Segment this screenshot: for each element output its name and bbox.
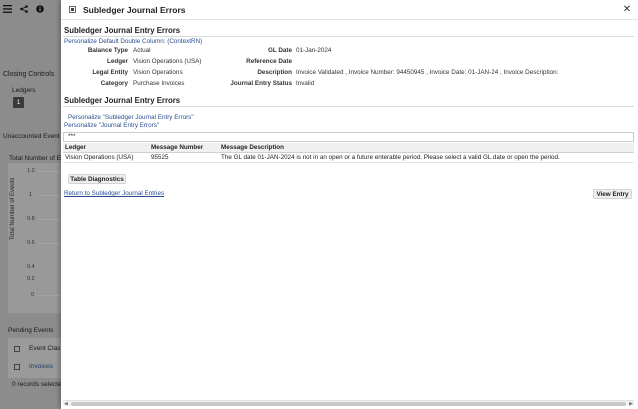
y-tick: 0.8	[27, 216, 35, 222]
subledger-journal-errors-dialog: Subledger Journal Errors ✕ Subledger Jou…	[61, 0, 638, 409]
dialog-title: Subledger Journal Errors	[83, 4, 186, 15]
column-header-ledger: Ledger	[65, 144, 86, 151]
select-all-checkbox[interactable]	[14, 346, 20, 352]
reference-date-label: Reference Date	[246, 58, 292, 65]
column-header-message-description: Message Description	[221, 144, 284, 151]
info-icon[interactable]	[36, 5, 44, 15]
y-tick: 0.4	[27, 264, 35, 270]
unaccounted-events-heading: Unaccounted Event	[3, 133, 60, 140]
section-divider	[63, 36, 634, 37]
description-value: Invoice Validated , Invoice Number: 9445…	[296, 69, 559, 76]
gl-date-value: 01-Jan-2024	[296, 47, 332, 54]
column-header-message-number: Message Number	[151, 144, 204, 151]
legal-entity-value: Vision Operations	[133, 69, 183, 76]
grid-line	[38, 295, 62, 296]
personalize-subledger-errors-link[interactable]: Personalize "Subledger Journal Entry Err…	[68, 114, 194, 121]
grid-line	[38, 195, 62, 196]
return-to-journal-entries-link[interactable]: Return to Subledger Journal Entries	[64, 190, 164, 197]
journal-entry-status-value: Invalid	[296, 80, 315, 87]
table-diagnostics-button[interactable]: Table Diagnostics	[68, 174, 126, 184]
description-label: Description	[257, 69, 292, 76]
row-checkbox[interactable]	[14, 364, 20, 370]
category-value: Purchase Invoices	[133, 80, 185, 87]
pending-events-heading: Pending Events	[8, 327, 54, 334]
invoices-link[interactable]: Invoices	[29, 363, 53, 370]
balance-type-value: Actual	[133, 47, 151, 54]
scroll-left-icon[interactable]: ◀	[64, 401, 68, 407]
event-class-header: Event Clas	[29, 345, 61, 352]
total-number-heading: Total Number of E	[9, 155, 62, 162]
personalize-double-column-link[interactable]: Personalize Default Double Column: (Cont…	[64, 38, 202, 45]
y-tick: 1.2	[27, 168, 35, 174]
legal-entity-label: Legal Entity	[92, 69, 128, 76]
view-entry-button[interactable]: View Entry	[593, 189, 632, 199]
errors-table: Ledger Message Number Message Descriptio…	[63, 143, 634, 163]
share-icon[interactable]	[20, 5, 28, 15]
grid-line	[38, 171, 62, 172]
section-divider	[63, 106, 634, 107]
close-icon[interactable]: ✕	[622, 5, 632, 15]
ledger-label: Ledger	[107, 58, 128, 65]
dialog-expand-icon[interactable]	[68, 6, 76, 14]
cell-ledger: Vision Operations (USA)	[65, 154, 134, 161]
journal-entry-status-label: Journal Entry Status	[230, 80, 292, 87]
horizontal-scrollbar[interactable]: ◀ ▶	[63, 400, 634, 407]
background-toolbar	[0, 0, 62, 20]
ledgers-count-badge[interactable]: 1	[13, 97, 24, 108]
grid-line	[38, 243, 62, 244]
cell-message-number: 95525	[151, 154, 169, 161]
pending-events-table	[8, 338, 62, 378]
table-header-row: Ledger Message Number Message Descriptio…	[63, 143, 634, 153]
table-toolbar: ***	[63, 132, 634, 142]
dialog-header: Subledger Journal Errors	[61, 0, 638, 20]
section-journal-entry-errors-title: Subledger Journal Entry Errors	[64, 26, 181, 35]
background-chart	[8, 163, 62, 313]
balance-type-label: Balance Type	[87, 47, 128, 54]
y-tick: 0.2	[27, 276, 35, 282]
records-selected-text: 0 records selecte	[12, 381, 62, 388]
menu-icon[interactable]	[3, 5, 12, 15]
gl-date-label: GL Date	[267, 47, 292, 54]
table-row: Vision Operations (USA) 95525 The GL dat…	[63, 153, 634, 163]
personalize-journal-errors-link[interactable]: Personalize "Journal Entry Errors"	[64, 122, 159, 129]
grid-line	[38, 219, 62, 220]
y-tick: 1	[29, 192, 33, 198]
y-tick: 0	[31, 292, 35, 298]
scrollbar-thumb[interactable]	[71, 402, 626, 406]
closing-controls-heading: Closing Controls	[3, 71, 55, 78]
category-label: Category	[100, 80, 128, 87]
section-entry-errors-title: Subledger Journal Entry Errors	[64, 96, 181, 105]
ledgers-label: Ledgers	[12, 87, 36, 94]
cell-message-description: The GL date 01-JAN-2024 is not in an ope…	[221, 154, 560, 161]
y-tick: 0.6	[27, 240, 35, 246]
scroll-right-icon[interactable]: ▶	[629, 401, 633, 407]
chart-y-axis-label: Total Number of Events	[10, 177, 16, 240]
ledger-value: Vision Operations (USA)	[133, 58, 202, 65]
